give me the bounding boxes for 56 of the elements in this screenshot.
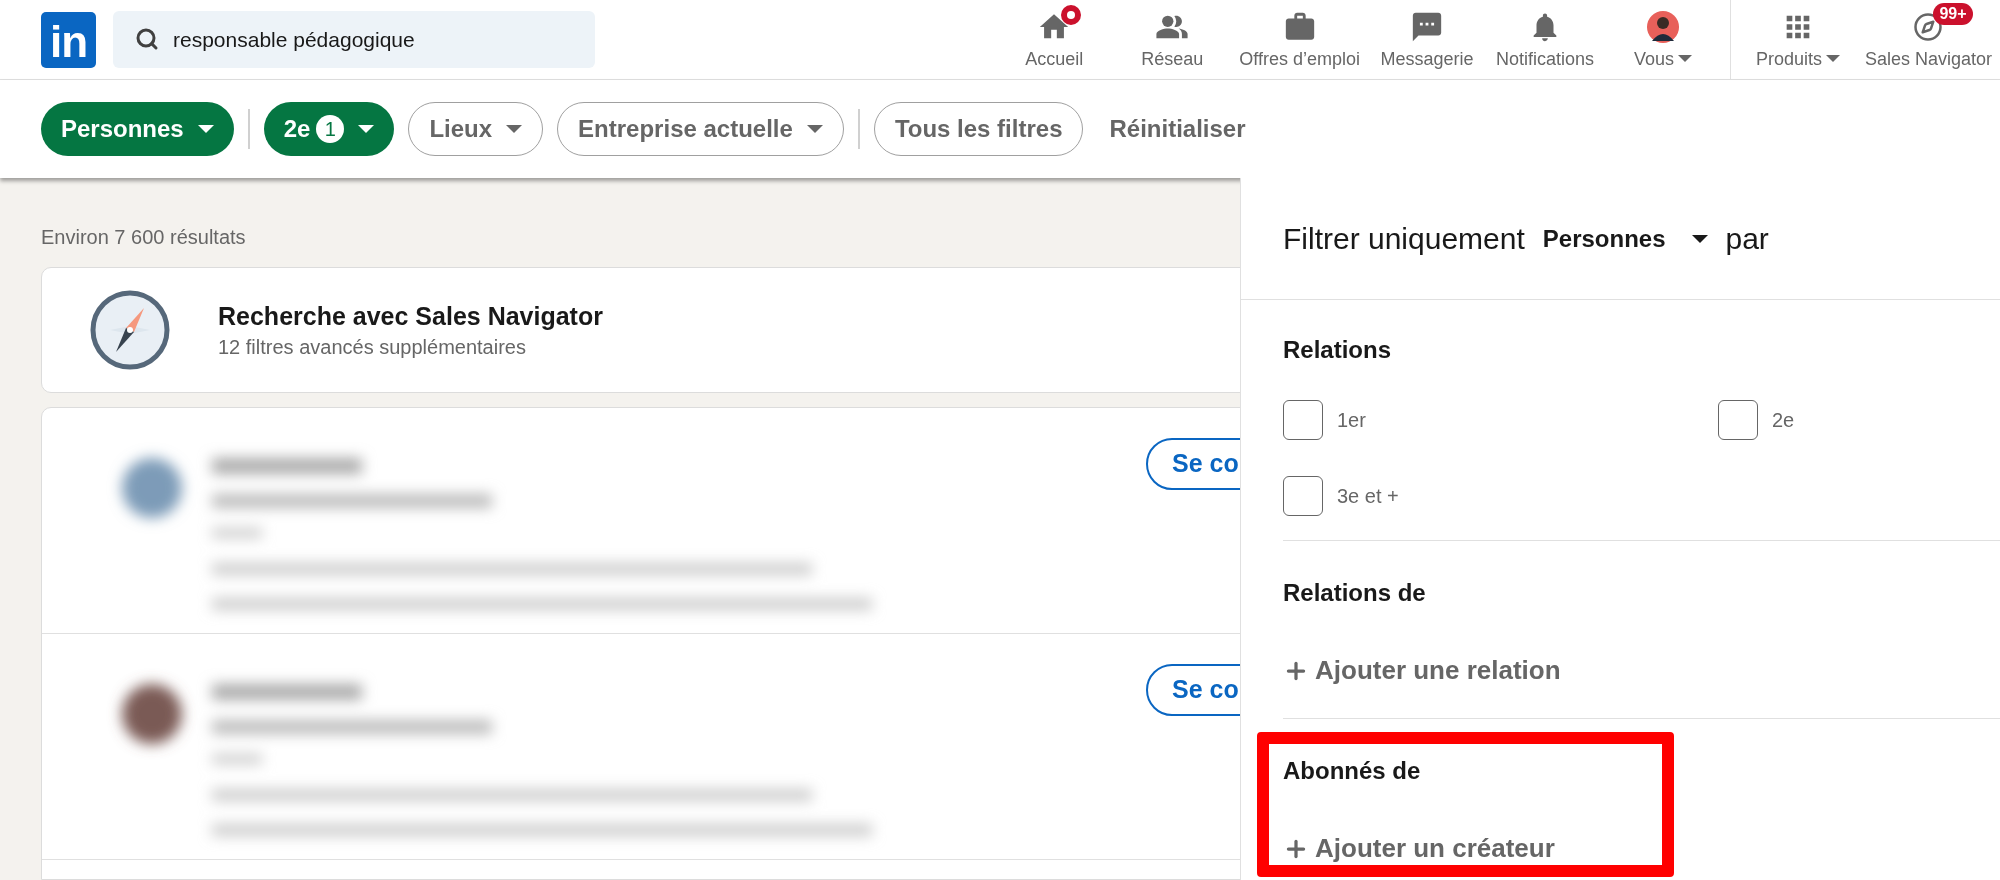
promo-card[interactable]: Recherche avec Sales Navigator 12 filtres avancés supplémentaires: [41, 267, 1240, 393]
caret-icon: [1691, 234, 1708, 243]
checkbox[interactable]: [1283, 400, 1323, 440]
checkbox-label: 1er: [1337, 408, 1366, 433]
nav-label: Notifications: [1495, 47, 1594, 71]
section-title: Abonnés de: [1283, 756, 1421, 786]
caret-icon: [1825, 55, 1840, 62]
caret-icon: [506, 125, 523, 133]
add-link[interactable]: Ajouter un créateur: [1283, 829, 1555, 868]
section-title: Relations: [1283, 335, 1392, 365]
checkbox-label: 2e: [1772, 408, 1795, 433]
caret-icon: [1677, 55, 1692, 62]
count-badge: 99+: [1933, 2, 1973, 25]
nav-label: Réseau: [1141, 47, 1204, 71]
results-count: Environ 7 600 résultats: [41, 225, 247, 250]
caret-icon: [806, 125, 823, 133]
checkbox-label: 3e et +: [1337, 484, 1399, 509]
nav-label: Messagerie: [1380, 47, 1474, 71]
nav-label: Produits: [1755, 47, 1822, 71]
panel-title: Filtrer uniquement: [1283, 221, 1525, 257]
connect-button[interactable]: Se co: [1146, 438, 1240, 490]
avatar: [1646, 10, 1679, 43]
filter-pill[interactable]: Personnes: [41, 102, 234, 156]
nav-label: Sales Navigator: [1864, 47, 1992, 71]
panel-title-suffix: par: [1725, 221, 1769, 257]
logo[interactable]: in: [41, 11, 96, 68]
caret-icon: [358, 125, 375, 133]
reset-button[interactable]: Réinitialiser: [1103, 111, 1252, 147]
search-field[interactable]: responsable pédagogique: [113, 11, 595, 68]
type-dropdown[interactable]: Personnes: [1542, 220, 1708, 257]
checkbox[interactable]: [1283, 476, 1323, 516]
search-icon: [135, 27, 159, 51]
compass-icon: [90, 290, 170, 370]
count-badge: 1: [316, 115, 345, 143]
nav-label: Offres d’emploi: [1239, 47, 1360, 71]
nav-item[interactable]: Notifications: [1485, 0, 1604, 79]
connect-button[interactable]: Se co: [1146, 664, 1240, 716]
nav-item[interactable]: Vous: [1603, 0, 1722, 79]
nav-item[interactable]: Réseau: [1113, 0, 1232, 79]
nav-item[interactable]: 99+ Sales Navigator: [1856, 0, 2000, 79]
filter-pill[interactable]: Entreprise actuelle: [557, 102, 844, 156]
nav-item[interactable]: Produits: [1738, 0, 1857, 79]
nav-label: Vous: [1633, 47, 1674, 71]
checkbox[interactable]: [1718, 400, 1758, 440]
section-title: Relations de: [1283, 578, 1426, 608]
filter-pill[interactable]: 2e 1: [263, 102, 395, 156]
promo-subtitle: 12 filtres avancés supplémentaires: [218, 335, 527, 360]
nav-item[interactable]: Offres d’emploi: [1231, 0, 1368, 79]
add-link[interactable]: Ajouter une relation: [1283, 651, 1561, 690]
nav-item[interactable]: Accueil: [995, 0, 1114, 79]
nav-label: Accueil: [1025, 47, 1084, 71]
caret-icon: [197, 125, 214, 133]
filter-pill[interactable]: Lieux: [408, 102, 544, 156]
filter-pill[interactable]: Tous les filtres: [873, 102, 1084, 156]
nav-item[interactable]: Messagerie: [1367, 0, 1486, 79]
promo-title: Recherche avec Sales Navigator: [218, 301, 603, 332]
